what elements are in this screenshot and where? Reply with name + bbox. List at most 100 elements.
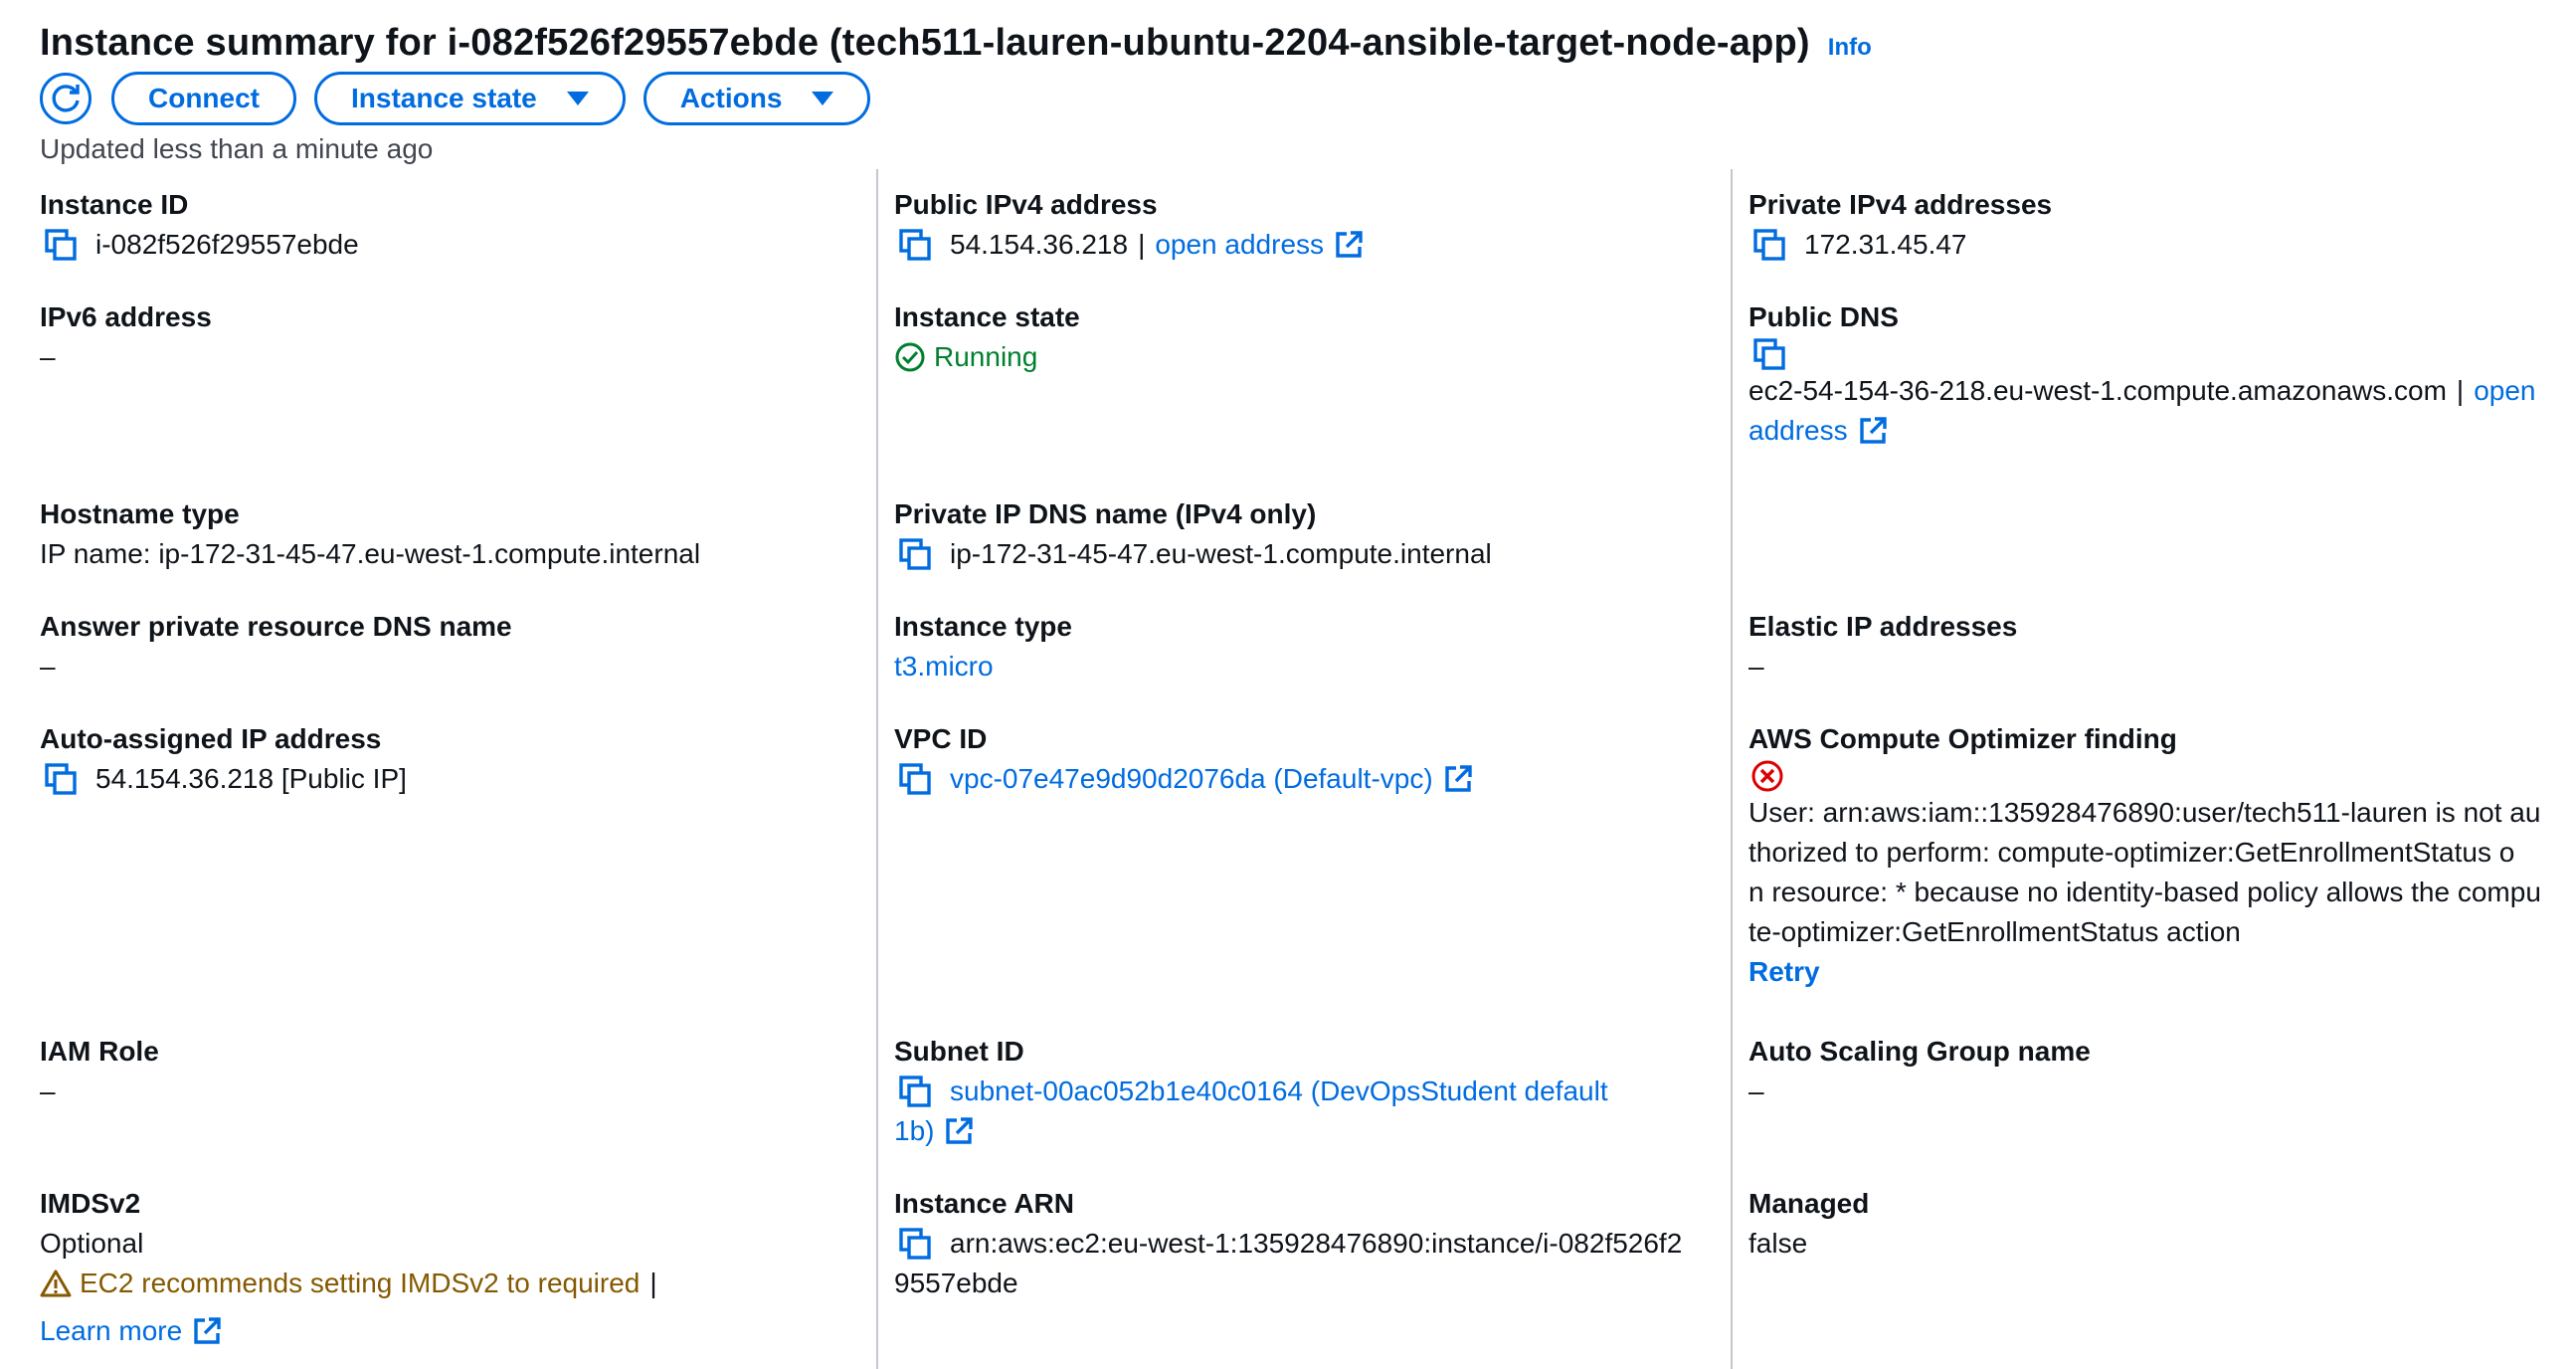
managed-value: false: [1748, 1228, 1808, 1259]
copy-icon[interactable]: [44, 228, 78, 262]
column-divider: [1731, 169, 1733, 1369]
caret-down-icon: [566, 92, 589, 105]
instance-arn-value: arn:aws:ec2:eu-west-1:135928476890:insta…: [950, 1228, 1683, 1259]
imdsv2-warning-text: EC2 recommends setting IMDSv2 to require…: [80, 1268, 641, 1298]
imdsv2-field: IMDSv2 Optional EC2 recommends setting I…: [40, 1184, 855, 1351]
asg-name-label: Auto Scaling Group name: [1748, 1036, 2091, 1067]
subnet-id-label: Subnet ID: [894, 1036, 1024, 1067]
optimizer-error-line-3: n resource: * because no identity-based …: [1748, 877, 2541, 907]
copy-icon[interactable]: [44, 762, 78, 796]
refresh-icon: [52, 85, 80, 112]
public-dns-value: ec2-54-154-36-218.eu-west-1.compute.amaz…: [1748, 375, 2447, 406]
copy-icon[interactable]: [898, 537, 932, 571]
private-dns-value: ip-172-31-45-47.eu-west-1.compute.intern…: [950, 538, 1492, 569]
auto-ip-field: Auto-assigned IP address 54.154.36.218 […: [40, 719, 855, 799]
private-ipv4-value: 172.31.45.47: [1804, 229, 1967, 260]
iam-role-field: IAM Role –: [40, 1032, 855, 1111]
hostname-type-label: Hostname type: [40, 498, 240, 529]
open-address-link[interactable]: open address: [1155, 225, 1324, 265]
copy-icon[interactable]: [898, 762, 932, 796]
separator: |: [649, 1268, 657, 1298]
copy-icon[interactable]: [1752, 337, 1786, 371]
open-address-link[interactable]: open: [2474, 371, 2535, 411]
ipv6-value: –: [40, 341, 56, 372]
copy-icon[interactable]: [898, 1227, 932, 1261]
imdsv2-value: Optional: [40, 1228, 144, 1259]
info-link[interactable]: Info: [1828, 34, 1872, 62]
instance-state-label: Instance state: [894, 301, 1080, 332]
subnet-id-link-continued[interactable]: 1b): [894, 1111, 934, 1151]
instance-id-field: Instance ID i-082f526f29557ebde: [40, 185, 855, 265]
external-link-icon[interactable]: [192, 1316, 222, 1346]
refresh-button[interactable]: [40, 73, 92, 124]
public-ipv4-label: Public IPv4 address: [894, 189, 1158, 220]
warning-icon: [40, 1270, 72, 1297]
instance-id-value: i-082f526f29557ebde: [95, 229, 359, 260]
updated-text: Updated less than a minute ago: [40, 133, 434, 164]
page-title: Instance summary for i-082f526f29557ebde…: [40, 22, 1810, 64]
copy-icon[interactable]: [898, 228, 932, 262]
separator: |: [2456, 375, 2465, 406]
vpc-id-label: VPC ID: [894, 723, 988, 754]
optimizer-error-line-1: User: arn:aws:iam::135928476890:user/tec…: [1748, 797, 2541, 828]
private-ipv4-field: Private IPv4 addresses 172.31.45.47: [1748, 185, 2564, 265]
vpc-id-link[interactable]: vpc-07e47e9d90d2076da (Default-vpc): [950, 759, 1433, 799]
imdsv2-label: IMDSv2: [40, 1188, 141, 1219]
optimizer-error-line-4: te-optimizer:GetEnrollmentStatus action: [1748, 916, 2241, 947]
asg-name-value: –: [1748, 1076, 1764, 1106]
managed-label: Managed: [1748, 1188, 1870, 1219]
retry-button[interactable]: Retry: [1748, 952, 2564, 992]
action-toolbar: Connect Instance state Actions: [40, 72, 888, 125]
answer-dns-label: Answer private resource DNS name: [40, 611, 512, 642]
connect-button[interactable]: Connect: [111, 72, 296, 125]
actions-dropdown[interactable]: Actions: [643, 72, 871, 125]
optimizer-error-line-2: thorized to perform: compute-optimizer:G…: [1748, 837, 2515, 868]
separator: |: [1138, 229, 1146, 260]
page-header: Instance summary for i-082f526f29557ebde…: [40, 22, 1872, 65]
error-icon: [1751, 760, 1783, 792]
hostname-type-value: IP name: ip-172-31-45-47.eu-west-1.compu…: [40, 538, 701, 569]
asg-name-field: Auto Scaling Group name –: [1748, 1032, 2564, 1111]
copy-icon[interactable]: [1752, 228, 1786, 262]
public-dns-field: Public DNS ec2-54-154-36-218.eu-west-1.c…: [1748, 297, 2564, 451]
hostname-type-field: Hostname type IP name: ip-172-31-45-47.e…: [40, 494, 855, 574]
elastic-ip-field: Elastic IP addresses –: [1748, 607, 2564, 686]
external-link-icon[interactable]: [1858, 416, 1888, 446]
iam-role-value: –: [40, 1076, 56, 1106]
external-link-icon[interactable]: [1334, 230, 1364, 260]
auto-ip-value: 54.154.36.218 [Public IP]: [95, 763, 407, 794]
optimizer-field: AWS Compute Optimizer finding User: arn:…: [1748, 719, 2564, 992]
instance-summary-page: Instance summary for i-082f526f29557ebde…: [0, 0, 2576, 1369]
instance-state-value: Running: [934, 341, 1038, 372]
external-link-icon[interactable]: [1443, 764, 1473, 794]
instance-state-field: Instance state Running: [894, 297, 1710, 377]
instance-type-link[interactable]: t3.micro: [894, 647, 1710, 686]
instance-arn-label: Instance ARN: [894, 1188, 1075, 1219]
managed-field: Managed false: [1748, 1184, 2564, 1264]
external-link-icon[interactable]: [944, 1116, 974, 1146]
instance-state-dropdown[interactable]: Instance state: [314, 72, 626, 125]
auto-ip-label: Auto-assigned IP address: [40, 723, 382, 754]
private-ipv4-label: Private IPv4 addresses: [1748, 189, 2053, 220]
subnet-id-link[interactable]: subnet-00ac052b1e40c0164 (DevOpsStudent …: [950, 1072, 1608, 1111]
elastic-ip-value: –: [1748, 651, 1764, 682]
vpc-id-field: VPC ID vpc-07e47e9d90d2076da (Default-vp…: [894, 719, 1710, 799]
instance-type-field: Instance type t3.micro: [894, 607, 1710, 686]
caret-down-icon: [812, 92, 834, 105]
instance-id-label: Instance ID: [40, 189, 189, 220]
private-dns-field: Private IP DNS name (IPv4 only) ip-172-3…: [894, 494, 1710, 574]
check-circle-icon: [895, 342, 925, 372]
copy-icon[interactable]: [898, 1075, 932, 1108]
open-address-link-continued[interactable]: address: [1748, 411, 1848, 451]
optimizer-label: AWS Compute Optimizer finding: [1748, 723, 2177, 754]
public-ipv4-value: 54.154.36.218: [950, 229, 1129, 260]
ipv6-label: IPv6 address: [40, 301, 212, 332]
subnet-id-field: Subnet ID subnet-00ac052b1e40c0164 (DevO…: [894, 1032, 1710, 1151]
instance-type-label: Instance type: [894, 611, 1072, 642]
private-dns-label: Private IP DNS name (IPv4 only): [894, 498, 1317, 529]
answer-dns-value: –: [40, 651, 56, 682]
instance-state-label: Instance state: [351, 83, 537, 113]
connect-label: Connect: [148, 83, 260, 113]
instance-arn-value-continued: 9557ebde: [894, 1268, 1018, 1298]
learn-more-link[interactable]: Learn more: [40, 1311, 182, 1351]
